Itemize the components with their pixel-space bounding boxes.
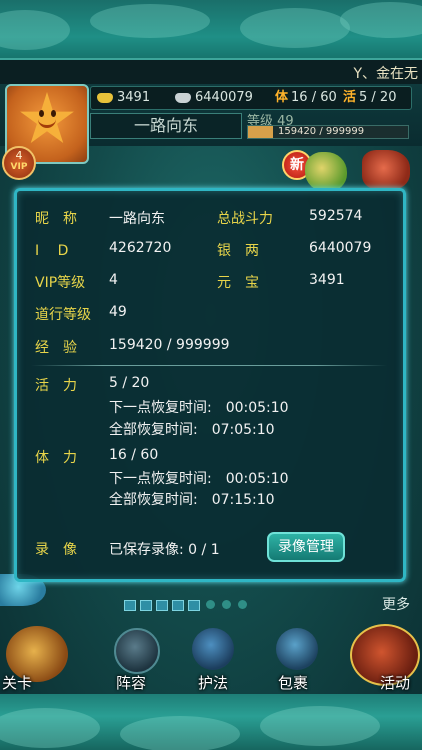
nickname-value: 一路向东	[109, 211, 165, 227]
guardian-icon[interactable]	[192, 628, 234, 670]
row-exp: 经 验 159420 / 999999	[17, 337, 409, 361]
stamina-next-recovery: 下一点恢复时间: 00:05:10	[109, 471, 289, 487]
replay-label: 录 像	[35, 542, 77, 558]
replay-saved: 已保存录像: 0 / 1	[109, 542, 220, 558]
row-vitality-next: 下一点恢复时间: 00:05:10	[17, 397, 409, 421]
row-replay: 录 像 已保存录像: 0 / 1	[17, 539, 409, 563]
row-vip-ingot: VIP等级 4 元 宝 3491	[17, 272, 409, 296]
menu-formation[interactable]: 阵容	[116, 672, 146, 693]
power-label: 总战斗力	[217, 211, 273, 227]
ingot-label: 元 宝	[217, 275, 259, 291]
page-dot[interactable]	[140, 600, 152, 611]
vitality-value: 5 / 20	[109, 375, 150, 391]
vitality-resource: 活5 / 20	[343, 89, 396, 107]
vip-level-label: VIP等级	[35, 275, 86, 291]
level-panel: 等级 49 159420 / 999999	[245, 110, 410, 140]
event-icon[interactable]	[305, 152, 347, 192]
stamina-resource: 体 16 / 60	[275, 89, 337, 107]
vitality-value: 5 / 20	[359, 90, 397, 105]
exp-label: 经 验	[35, 340, 77, 356]
menu-bag[interactable]: 包裹	[278, 672, 308, 693]
page-dot[interactable]	[238, 600, 247, 609]
page-dot[interactable]	[124, 600, 136, 611]
ingot-value: 3491	[117, 90, 151, 105]
marquee-bar: Y、金在无	[0, 58, 422, 86]
vip-level-number: 4	[15, 149, 23, 162]
replay-manage-button[interactable]: 录像管理	[267, 532, 345, 562]
menu-guardian[interactable]: 护法	[198, 672, 228, 693]
power-value: 592574	[309, 208, 363, 224]
stamina-full-recovery: 全部恢复时间: 07:15:10	[109, 492, 275, 508]
vitality-icon: 活	[343, 90, 357, 105]
gold-ingot-icon	[97, 92, 113, 103]
marquee-text: Y、金在无	[353, 66, 418, 82]
bag-icon[interactable]	[276, 628, 318, 670]
vitality-full-recovery: 全部恢复时间: 07:05:10	[109, 422, 275, 438]
exp-bar-fill	[248, 126, 274, 138]
bottom-decoration	[0, 694, 422, 750]
game-screen: Y、金在无 4 VIP 3491 6440079 体 16 / 60 活5 / 2…	[0, 0, 422, 750]
page-dot[interactable]	[188, 600, 200, 611]
row-id-silver: I D 4262720 银 两 6440079	[17, 240, 409, 264]
top-decoration	[0, 0, 422, 62]
id-label: I D	[35, 243, 69, 259]
row-stamina-full: 全部恢复时间: 07:15:10	[17, 489, 409, 513]
id-value: 4262720	[109, 240, 172, 256]
player-name: 一路向东	[90, 113, 242, 139]
silver-resource: 6440079	[175, 89, 253, 107]
page-dot[interactable]	[156, 600, 168, 611]
exp-bar: 159420 / 999999	[247, 125, 409, 139]
player-info-dialog: 昵 称 一路向东 总战斗力 592574 I D 4262720 银 两 644…	[14, 188, 406, 582]
dao-level-value: 49	[109, 304, 127, 320]
silver-value: 6440079	[309, 240, 372, 256]
page-dot[interactable]	[206, 600, 215, 609]
exp-bar-text: 159420 / 999999	[278, 126, 365, 137]
more-button[interactable]: 更多	[382, 594, 410, 614]
stamina-label: 体 力	[35, 450, 77, 466]
row-vitality: 活 力 5 / 20	[17, 375, 409, 399]
silver-value: 6440079	[195, 90, 253, 105]
resource-bar: 3491 6440079 体 16 / 60 活5 / 20	[90, 86, 412, 110]
stamina-value: 16 / 60	[291, 90, 337, 105]
row-vitality-full: 全部恢复时间: 07:05:10	[17, 419, 409, 443]
row-dao: 道行等级 49	[17, 304, 409, 328]
firecracker-gift-icon[interactable]	[362, 150, 410, 190]
menu-stage[interactable]: 关卡	[2, 672, 32, 693]
exp-value: 159420 / 999999	[109, 337, 230, 353]
silver-ingot-icon	[175, 92, 191, 103]
stamina-icon: 体	[275, 90, 289, 105]
silver-label: 银 两	[217, 243, 259, 259]
page-dot[interactable]	[222, 600, 231, 609]
vitality-next-recovery: 下一点恢复时间: 00:05:10	[109, 400, 289, 416]
ingot-value: 3491	[309, 272, 345, 288]
page-dot[interactable]	[172, 600, 184, 611]
row-nickname-power: 昵 称 一路向东 总战斗力 592574	[17, 208, 409, 232]
divider	[31, 365, 387, 366]
menu-activity[interactable]: 活动	[380, 672, 410, 693]
formation-icon[interactable]	[114, 628, 160, 674]
vip-badge: 4 VIP	[2, 146, 36, 180]
ingot-resource: 3491	[97, 89, 150, 107]
vip-label: VIP	[10, 162, 28, 172]
dao-level-label: 道行等级	[35, 307, 91, 323]
vitality-label: 活 力	[35, 378, 77, 394]
vip-level-value: 4	[109, 272, 118, 288]
stamina-value: 16 / 60	[109, 447, 159, 463]
nickname-label: 昵 称	[35, 211, 77, 227]
